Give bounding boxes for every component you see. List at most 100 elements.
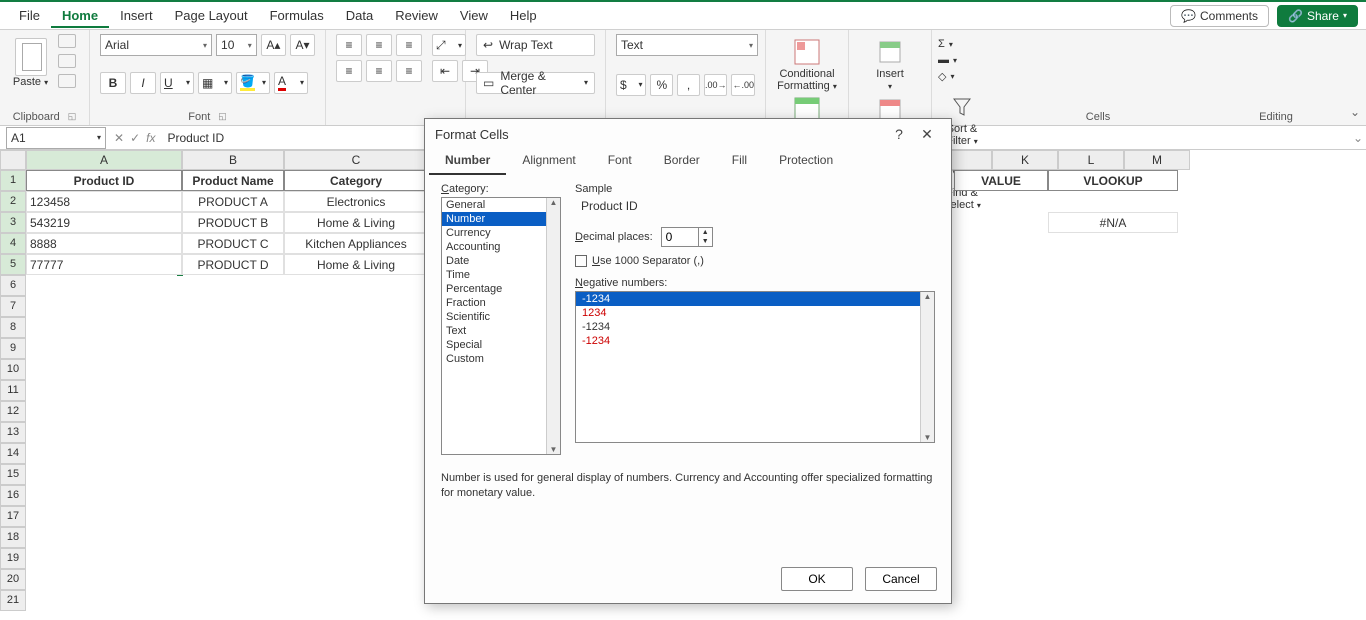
menu-file[interactable]: File [8,3,51,28]
menu-insert[interactable]: Insert [109,3,164,28]
font-name-combo[interactable]: Arial▾ [100,34,212,56]
cell-C1[interactable]: Category [284,170,428,191]
menu-home[interactable]: Home [51,3,109,28]
row-header-16[interactable]: 16 [0,485,26,506]
cell-A2[interactable]: 123458 [26,191,182,212]
cell-B2[interactable]: PRODUCT A [182,191,284,212]
category-item-custom[interactable]: Custom [442,352,560,366]
negative-item-2[interactable]: -1234 [576,320,934,334]
borders-button[interactable]: ▦▾ [198,72,232,94]
bold-button[interactable]: B [100,72,126,94]
comma-button[interactable]: , [677,74,700,96]
col-header-A[interactable]: A [26,150,182,170]
fill-color-button[interactable]: 🪣▾ [236,72,270,94]
increase-decimal-button[interactable]: .00→ [704,74,728,96]
menu-pagelayout[interactable]: Page Layout [164,3,259,28]
cell-J1[interactable]: VLOOKUP [1048,170,1178,191]
row-header-5[interactable]: 5 [0,254,26,275]
category-item-special[interactable]: Special [442,338,560,352]
category-item-scientific[interactable]: Scientific [442,310,560,324]
cancel-button[interactable]: Cancel [865,567,937,591]
font-size-combo[interactable]: 10▾ [216,34,257,56]
align-right-button[interactable]: ≡ [396,60,422,82]
align-top-button[interactable]: ≡ [336,34,362,56]
col-header-M[interactable]: M [1124,150,1190,170]
tab-fill[interactable]: Fill [716,149,763,175]
cell-C4[interactable]: Kitchen Appliances [284,233,428,254]
row-header-15[interactable]: 15 [0,464,26,485]
negative-numbers-listbox[interactable]: -12341234-1234-1234▲▼ [575,291,935,443]
row-header-20[interactable]: 20 [0,569,26,590]
category-item-currency[interactable]: Currency [442,226,560,240]
cell-C2[interactable]: Electronics [284,191,428,212]
decrease-indent-button[interactable]: ⇤ [432,60,458,82]
category-item-text[interactable]: Text [442,324,560,338]
cut-icon[interactable] [58,34,76,48]
share-button[interactable]: 🔗Share▾ [1277,5,1358,27]
orient-button[interactable]: ⤢▾ [432,34,466,56]
category-item-accounting[interactable]: Accounting [442,240,560,254]
menu-data[interactable]: Data [335,3,384,28]
cell-A3[interactable]: 543219 [26,212,182,233]
cell-I1[interactable]: VALUE [954,170,1048,191]
ribbon-collapse-button[interactable]: ⌄ [1350,105,1360,119]
clipboard-launcher[interactable]: ◱ [68,111,77,123]
negative-item-1[interactable]: 1234 [576,306,934,320]
insert-cells-button[interactable]: Insert▾ [859,34,921,92]
tab-number[interactable]: Number [429,149,506,175]
category-item-number[interactable]: Number [442,212,560,226]
cancel-edit-icon[interactable]: ✕ [114,131,124,145]
row-header-4[interactable]: 4 [0,233,26,254]
category-item-time[interactable]: Time [442,268,560,282]
col-header-K[interactable]: K [992,150,1058,170]
ok-button[interactable]: OK [781,567,853,591]
spin-up-icon[interactable]: ▲ [699,228,712,237]
underline-button[interactable]: U▾ [160,72,194,94]
number-format-combo[interactable]: Text▾ [616,34,758,56]
thousands-separator-checkbox[interactable]: Use 1000 Separator (,) [575,255,935,267]
row-header-10[interactable]: 10 [0,359,26,380]
paste-icon[interactable] [15,38,47,76]
row-header-17[interactable]: 17 [0,506,26,527]
select-all-corner[interactable] [0,150,26,170]
col-header-L[interactable]: L [1058,150,1124,170]
align-middle-button[interactable]: ≡ [366,34,392,56]
tab-protection[interactable]: Protection [763,149,849,175]
font-color-button[interactable]: A▾ [274,72,308,94]
merge-center-button[interactable]: ▭Merge & Center▾ [476,72,595,94]
help-icon[interactable]: ? [885,126,913,142]
tab-font[interactable]: Font [592,149,648,175]
tab-alignment[interactable]: Alignment [506,149,591,175]
row-header-9[interactable]: 9 [0,338,26,359]
cell-A1[interactable]: Product ID [26,170,182,191]
row-header-8[interactable]: 8 [0,317,26,338]
tab-border[interactable]: Border [648,149,716,175]
align-left-button[interactable]: ≡ [336,60,362,82]
negative-item-3[interactable]: -1234 [576,334,934,348]
col-header-B[interactable]: B [182,150,284,170]
grow-font-button[interactable]: A▴ [261,34,286,56]
conditional-formatting-button[interactable]: Conditional Formatting ▾ [776,34,838,92]
row-header-6[interactable]: 6 [0,275,26,296]
category-item-percentage[interactable]: Percentage [442,282,560,296]
cell-B5[interactable]: PRODUCT D [182,254,284,275]
copy-icon[interactable] [58,54,76,68]
fx-icon[interactable]: fx [146,131,155,145]
font-launcher[interactable]: ◱ [218,111,227,123]
fill-button[interactable]: ▬▾ [938,54,957,66]
shrink-font-button[interactable]: A▾ [290,34,315,56]
cell-B3[interactable]: PRODUCT B [182,212,284,233]
row-header-7[interactable]: 7 [0,296,26,317]
italic-button[interactable]: I [130,72,156,94]
row-header-3[interactable]: 3 [0,212,26,233]
row-header-12[interactable]: 12 [0,401,26,422]
row-header-13[interactable]: 13 [0,422,26,443]
align-center-button[interactable]: ≡ [366,60,392,82]
cell-C3[interactable]: Home & Living [284,212,428,233]
name-box[interactable]: A1▾ [6,127,106,149]
cell-C5[interactable]: Home & Living [284,254,428,275]
spin-down-icon[interactable]: ▼ [699,237,712,246]
decimal-places-spinner[interactable]: ▲▼ [661,227,713,247]
confirm-edit-icon[interactable]: ✓ [130,131,140,145]
paste-button[interactable]: Paste ▾ [13,76,48,88]
